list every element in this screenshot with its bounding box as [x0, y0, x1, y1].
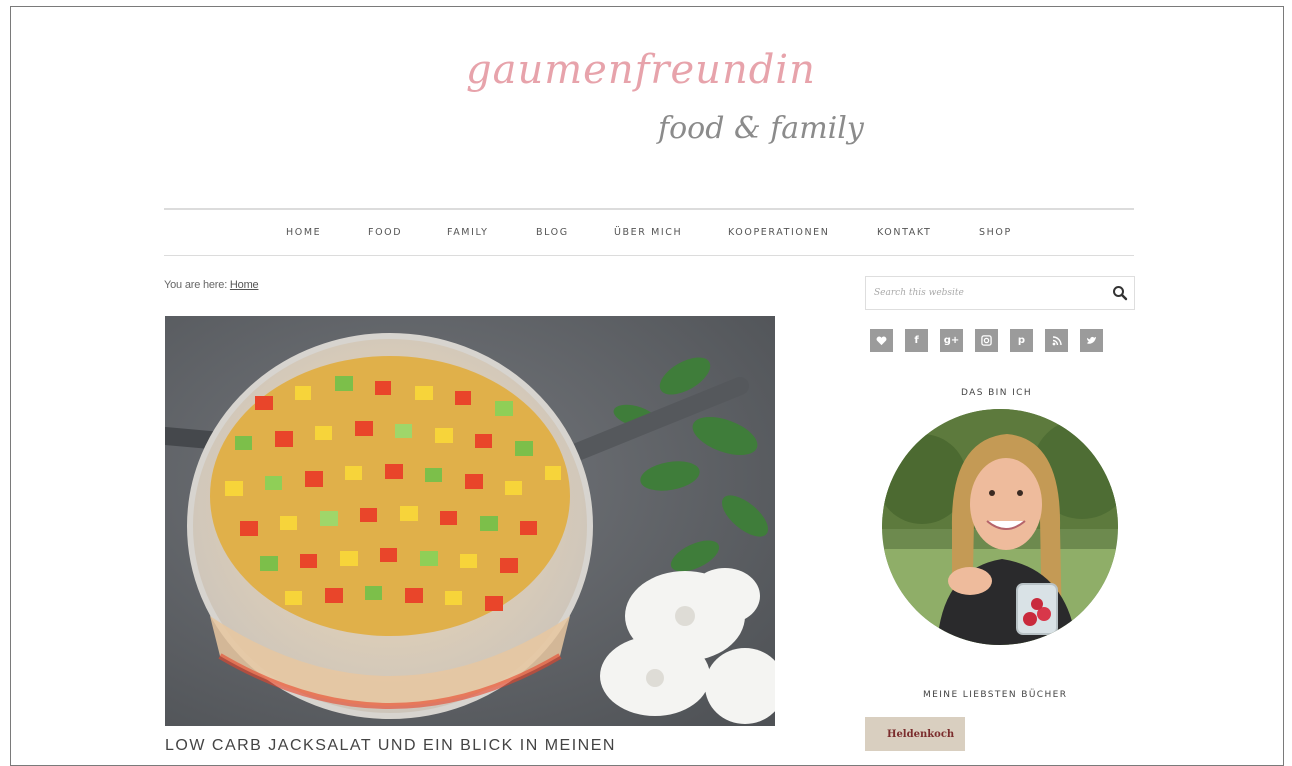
- search-form: [865, 276, 1135, 310]
- nav-item-home[interactable]: HOME: [286, 227, 321, 238]
- avatar[interactable]: [882, 409, 1118, 645]
- instagram-icon[interactable]: [975, 329, 998, 352]
- pinterest-icon[interactable]: p: [1010, 329, 1033, 352]
- facebook-icon[interactable]: f: [905, 329, 928, 352]
- widget-title-books: MEINE LIEBSTEN BÜCHER: [923, 690, 1068, 700]
- post-featured-image[interactable]: [165, 316, 775, 726]
- book-cover[interactable]: Heldenkoch: [865, 717, 965, 751]
- heart-icon[interactable]: [870, 329, 893, 352]
- breadcrumb-home-link[interactable]: Home: [230, 279, 259, 291]
- breadcrumb: You are here: Home: [164, 279, 259, 291]
- site-logo[interactable]: gaumenfreundin food & family: [466, 47, 864, 187]
- logo-wordmark: gaumenfreundin: [466, 47, 816, 93]
- nav-item-food[interactable]: FOOD: [368, 227, 402, 238]
- nav-item-kooperationen[interactable]: KOOPERATIONEN: [728, 227, 829, 238]
- book-cover-title: Heldenkoch: [887, 729, 955, 740]
- nav-item-kontakt[interactable]: KONTAKT: [877, 227, 931, 238]
- main-navigation: HOME FOOD FAMILY BLOG ÜBER MICH KOOPERAT…: [164, 208, 1134, 256]
- browser-page: gaumenfreundin food & family HOME FOOD F…: [10, 6, 1284, 766]
- search-input[interactable]: [866, 277, 1106, 309]
- nav-item-family[interactable]: FAMILY: [447, 227, 489, 238]
- nav-item-shop[interactable]: SHOP: [979, 227, 1012, 238]
- nav-item-ueber-mich[interactable]: ÜBER MICH: [614, 227, 682, 238]
- author-portrait: [882, 409, 1118, 645]
- post-title[interactable]: LOW CARB JACKSALAT UND EIN BLICK IN MEIN…: [165, 737, 616, 755]
- widget-title-about: DAS BIN ICH: [961, 388, 1033, 398]
- salad-bowl-photo: [165, 316, 775, 726]
- logo-tagline: food & family: [658, 111, 864, 146]
- rss-icon[interactable]: [1045, 329, 1068, 352]
- search-icon[interactable]: [1112, 285, 1128, 301]
- google-plus-icon[interactable]: g+: [940, 329, 963, 352]
- nav-item-blog[interactable]: BLOG: [536, 227, 569, 238]
- breadcrumb-prefix: You are here:: [164, 279, 228, 291]
- twitter-icon[interactable]: [1080, 329, 1103, 352]
